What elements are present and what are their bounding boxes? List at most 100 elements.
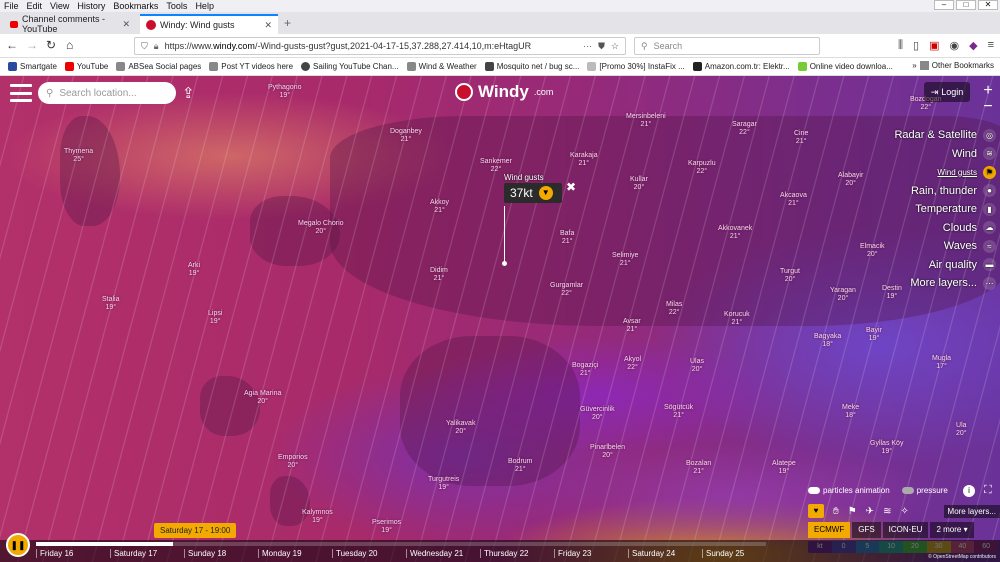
layer-clouds[interactable]: Clouds ☁ — [943, 219, 996, 238]
layer-wind-gusts[interactable]: Wind gusts ⚑ — [937, 163, 996, 182]
close-icon[interactable]: ✖ — [566, 180, 576, 194]
zoom-out-icon[interactable]: − — [979, 98, 997, 116]
model-2-more[interactable]: 2 more ▾ — [930, 522, 974, 538]
sidebar-icon[interactable]: ▯ — [913, 39, 919, 52]
layer-label: Temperature — [915, 203, 977, 216]
lock-icon[interactable]: 🔒︎ — [154, 41, 159, 52]
timeline-day[interactable]: Friday 23 — [554, 549, 628, 558]
timeline-day[interactable]: Thursday 22 — [480, 549, 554, 558]
timeline-day[interactable]: Wednesday 21 — [406, 549, 480, 558]
layer-more-layers[interactable]: More layers... ⋯ — [910, 274, 996, 293]
plane-icon[interactable]: ✈ — [866, 506, 874, 517]
menu-edit[interactable]: Edit — [23, 1, 47, 11]
bookmark-item[interactable]: Smartgate — [8, 62, 57, 71]
layer-waves[interactable]: Waves ≈ — [944, 237, 996, 256]
menu-help[interactable]: Help — [191, 1, 218, 11]
share-icon[interactable]: ⇪ — [182, 84, 195, 102]
timeline-day[interactable]: Tuesday 20 — [332, 549, 406, 558]
play-icon[interactable]: ❚❚ — [6, 533, 30, 557]
home-icon[interactable]: ⌂ — [66, 38, 73, 52]
extension-icon[interactable]: ◆ — [969, 39, 977, 52]
shield-icon[interactable]: ⛉ — [141, 41, 148, 52]
timeline-day[interactable]: Saturday 17 — [110, 549, 184, 558]
picker-value-box[interactable]: 37kt ▼ — [504, 183, 562, 203]
other-bookmarks[interactable]: » Other Bookmarks — [912, 61, 994, 70]
bookmark-item[interactable]: ABSea Social pages — [116, 62, 201, 71]
close-window-icon[interactable]: ✕ — [978, 0, 998, 10]
timeline-day[interactable]: Sunday 25 — [702, 549, 776, 558]
layer-wind[interactable]: Wind ≋ — [952, 145, 996, 164]
maximize-icon[interactable]: □ — [956, 0, 976, 10]
more-layers-button[interactable]: More layers... — [943, 504, 1000, 518]
account-icon[interactable]: ◉ — [950, 39, 960, 52]
bookmark-item[interactable]: [Promo 30%] InstaFix ... — [587, 62, 685, 71]
city-label: Karpuzlu 22° — [688, 160, 716, 176]
new-tab-icon[interactable]: + — [284, 16, 291, 30]
app-menu-icon[interactable]: ≡ — [988, 39, 994, 52]
city-label: Bafa 21° — [560, 230, 574, 246]
timeline-tooltip[interactable]: Saturday 17 - 19:00 — [154, 523, 237, 538]
layer-temperature[interactable]: Temperature ▮ — [915, 200, 996, 219]
model-icon-eu[interactable]: ICON-EU — [882, 522, 929, 538]
chevron-down-icon[interactable]: ▼ — [538, 186, 553, 200]
tab-windy[interactable]: Windy: Wind gusts ✕ — [140, 14, 278, 34]
timeline-day[interactable]: Saturday 24 — [628, 549, 702, 558]
model-ecmwf[interactable]: ECMWF — [808, 522, 851, 538]
pocket-icon[interactable]: ⛊ — [598, 41, 605, 52]
library-icon[interactable]: ⫼ — [898, 39, 903, 52]
close-icon[interactable]: ✕ — [264, 20, 272, 31]
close-icon[interactable]: ✕ — [122, 19, 130, 30]
favorite-icon[interactable]: ♥ — [808, 504, 824, 518]
menu-file[interactable]: File — [0, 1, 23, 11]
menu-bookmarks[interactable]: Bookmarks — [109, 1, 162, 11]
model-gfs[interactable]: GFS — [852, 522, 881, 538]
timeline-day[interactable]: Sunday 18 — [184, 549, 258, 558]
url-bar[interactable]: ⛉ 🔒︎ https://www.windy.com/-Wind-gusts-g… — [134, 37, 626, 55]
bookmark-item[interactable]: Online video downloa... — [797, 62, 893, 71]
reload-icon[interactable]: ↻ — [46, 38, 56, 52]
minimize-icon[interactable]: – — [934, 0, 954, 10]
search-location-input[interactable]: ⚲ Search location... — [38, 82, 176, 104]
back-icon[interactable]: ← — [6, 38, 18, 52]
bookmark-item[interactable]: YouTube — [64, 62, 108, 71]
info-icon[interactable]: i — [963, 485, 975, 497]
city-temperature: 22° — [920, 104, 932, 111]
layer-radar-satellite[interactable]: Radar & Satellite ◎ — [894, 126, 996, 145]
layer-rain-thunder[interactable]: Rain, thunder ● — [911, 182, 996, 201]
wind-icon[interactable]: ≋ — [883, 506, 891, 517]
city-name: Lipsi — [208, 310, 223, 317]
wind-gust-picker[interactable]: Wind gusts 37kt ▼ — [504, 173, 562, 203]
tab-youtube[interactable]: Channel comments - YouTube ✕ — [4, 14, 136, 34]
fullscreen-icon[interactable]: ⛶ — [984, 484, 992, 497]
bookmark-item[interactable]: Mosquito net / bug sc... — [484, 62, 579, 71]
hamburger-menu-icon[interactable] — [10, 84, 32, 102]
search-input[interactable]: ⚲ Search — [634, 37, 820, 55]
menu-tools[interactable]: Tools — [162, 1, 191, 11]
layer-air-quality[interactable]: Air quality ▬ — [929, 256, 996, 275]
timeline-day[interactable]: Friday 16 — [36, 549, 110, 558]
login-button[interactable]: ⇥ Login — [924, 82, 970, 102]
timeline-track[interactable] — [36, 542, 766, 546]
hand-icon[interactable]: ✋︎ — [833, 506, 839, 517]
particles-toggle[interactable]: particles animation — [808, 486, 890, 495]
bookmark-item[interactable]: Post YT videos here — [209, 62, 293, 71]
timeline-day[interactable]: Monday 19 — [258, 549, 332, 558]
menu-history[interactable]: History — [73, 1, 109, 11]
extension-icon[interactable]: ▣ — [929, 39, 939, 52]
city-name: Karakaja — [570, 152, 598, 159]
windy-logo[interactable]: Windy .com — [455, 82, 553, 102]
picker-pin-dot[interactable] — [502, 261, 507, 266]
bookmark-item[interactable]: Amazon.com.tr: Elektr... — [692, 62, 790, 71]
page-actions-icon[interactable]: ··· — [583, 41, 592, 52]
picker-label: Wind gusts — [504, 173, 544, 182]
pressure-toggle[interactable]: pressure — [901, 486, 948, 495]
menu-view[interactable]: View — [46, 1, 73, 11]
bookmark-star-icon[interactable]: ☆ — [611, 41, 619, 52]
forward-icon[interactable]: → — [26, 38, 38, 52]
city-temperature: 19° — [438, 484, 449, 491]
bookmark-item[interactable]: Wind & Weather — [406, 62, 477, 71]
bookmark-item[interactable]: Sailing YouTube Chan... — [301, 62, 399, 71]
city-name: Akkovanek — [718, 225, 753, 232]
flag-icon[interactable]: ⚑ — [848, 506, 857, 517]
compass-icon[interactable]: ✧ — [900, 506, 908, 517]
